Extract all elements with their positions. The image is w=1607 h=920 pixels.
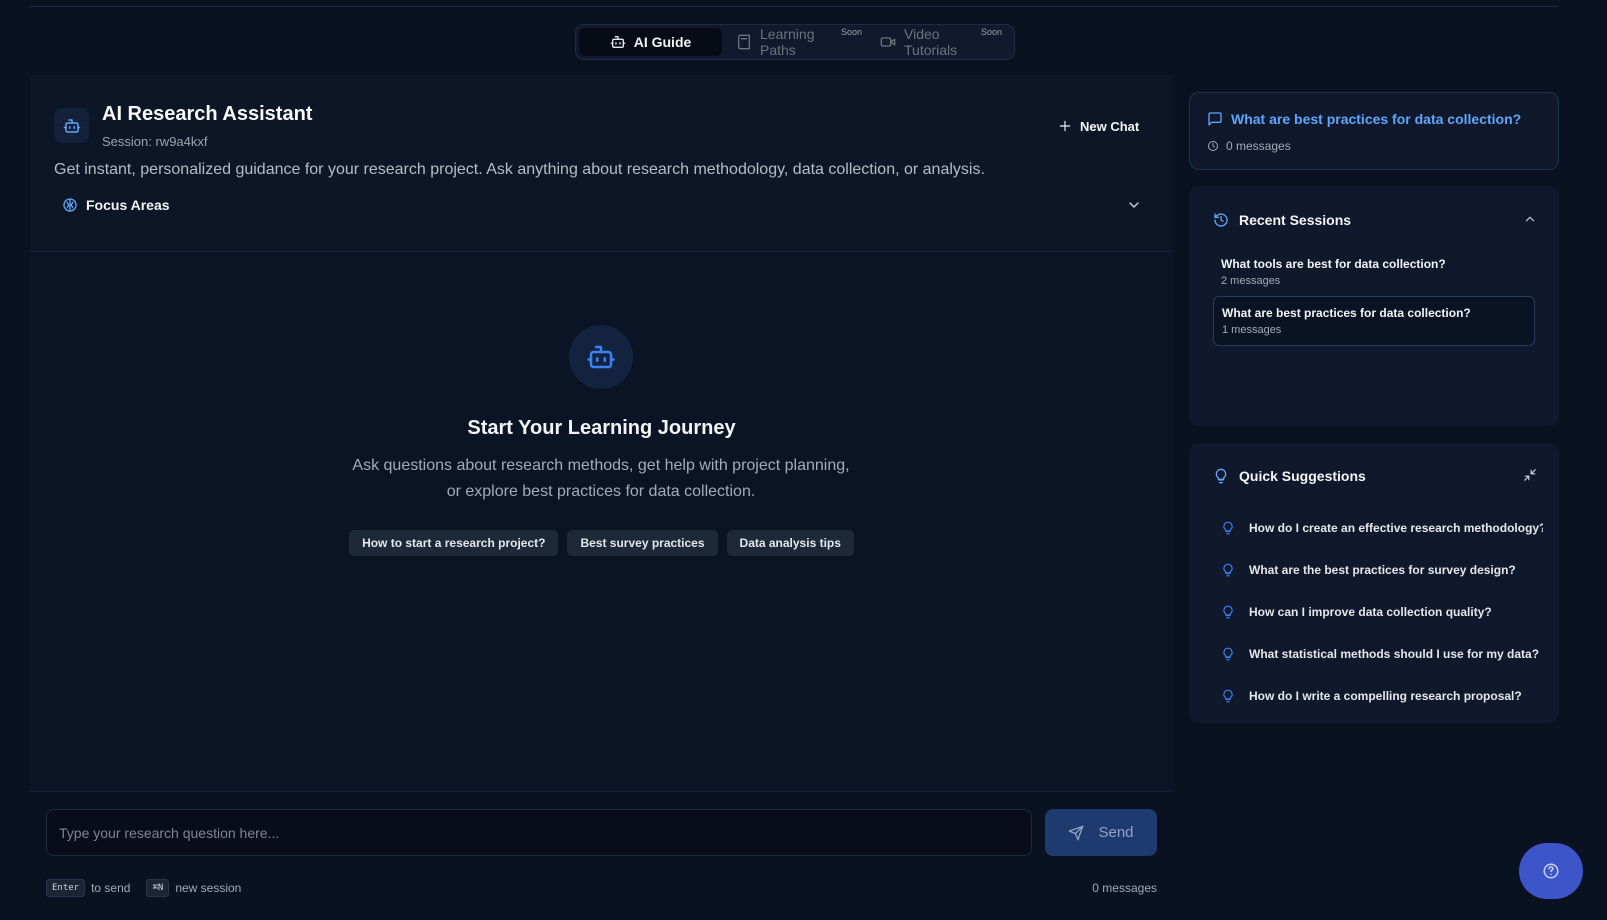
recent-sessions-card: Recent Sessions What tools are best for … xyxy=(1189,186,1559,426)
tab-learning-paths[interactable]: Learning Paths Soon xyxy=(722,26,866,58)
focus-areas-toggle[interactable]: Focus Areas xyxy=(62,197,170,213)
lightbulb-icon xyxy=(1221,563,1235,577)
suggestion-chips: How to start a research project? Best su… xyxy=(30,530,1173,556)
suggestion-chip[interactable]: Best survey practices xyxy=(567,530,718,556)
session-count: 2 messages xyxy=(1221,275,1281,287)
clock-icon xyxy=(1207,140,1219,152)
lightbulb-icon xyxy=(1221,521,1235,535)
suggestion-item[interactable]: What statistical methods should I use fo… xyxy=(1221,633,1543,675)
help-icon xyxy=(1542,862,1560,880)
assistant-header: AI Research Assistant Session: rw9a4kxf … xyxy=(30,75,1173,252)
session-item[interactable]: What tools are best for data collection?… xyxy=(1213,249,1535,295)
chevron-up-icon[interactable] xyxy=(1523,212,1537,226)
question-input[interactable] xyxy=(46,809,1032,856)
suggestion-item[interactable]: How do I create an effective research me… xyxy=(1221,507,1543,549)
video-icon xyxy=(880,34,896,50)
suggestion-chip[interactable]: How to start a research project? xyxy=(349,530,559,556)
current-session-text: What are best practices for data collect… xyxy=(1231,111,1522,127)
send-label: Send xyxy=(1098,824,1134,841)
session-count: 1 messages xyxy=(1222,324,1282,336)
lightbulb-icon xyxy=(1221,647,1235,661)
recent-sessions-heading: Recent Sessions xyxy=(1213,212,1351,228)
new-session-hint: new session xyxy=(175,881,242,895)
tab-label: Learning Paths xyxy=(760,26,815,58)
quick-suggestions-card: Quick Suggestions How do I create an eff… xyxy=(1189,443,1559,723)
suggestion-item[interactable]: What are the best practices for survey d… xyxy=(1221,549,1543,591)
session-item-active[interactable]: What are best practices for data collect… xyxy=(1213,296,1535,346)
chat-panel: AI Research Assistant Session: rw9a4kxf … xyxy=(30,75,1173,920)
empty-state-subtitle: Ask questions about research methods, ge… xyxy=(352,457,850,500)
current-session-meta: 0 messages xyxy=(1207,139,1291,153)
enter-key: Enter xyxy=(46,879,86,897)
current-session-card: What are best practices for data collect… xyxy=(1189,92,1559,170)
send-icon xyxy=(1068,825,1084,841)
suggestion-item[interactable]: How do I write a compelling research pro… xyxy=(1221,675,1543,717)
focus-areas-label: Focus Areas xyxy=(86,197,170,213)
tab-ai-guide[interactable]: AI Guide xyxy=(579,28,722,56)
empty-state-title: Start Your Learning Journey xyxy=(467,417,736,439)
new-chat-label: New Chat xyxy=(1080,118,1140,134)
session-id: Session: rw9a4kxf xyxy=(102,134,208,149)
help-button[interactable] xyxy=(1519,843,1583,899)
suggestion-text: What are the best practices for survey d… xyxy=(1249,563,1516,577)
quick-suggestions-heading: Quick Suggestions xyxy=(1213,468,1366,484)
robot-icon xyxy=(63,117,81,135)
tab-label: Video Tutorials xyxy=(904,26,958,58)
assistant-description: Get instant, personalized guidance for y… xyxy=(54,161,985,178)
robot-icon xyxy=(586,342,616,372)
book-icon xyxy=(736,34,752,50)
current-session-count: 0 messages xyxy=(1226,139,1291,153)
new-session-key: ⌘N xyxy=(146,879,170,897)
current-session-title: What are best practices for data collect… xyxy=(1207,111,1521,127)
lightbulb-icon xyxy=(1213,468,1229,484)
send-button[interactable]: Send xyxy=(1045,809,1157,856)
suggestion-list: How do I create an effective research me… xyxy=(1221,507,1543,717)
lightbulb-icon xyxy=(1221,605,1235,619)
quick-suggestions-label: Quick Suggestions xyxy=(1239,468,1366,484)
message-count: 0 messages xyxy=(1092,881,1157,895)
suggestion-text: How do I write a compelling research pro… xyxy=(1249,689,1522,703)
plus-icon xyxy=(1058,119,1072,133)
suggestion-text: What statistical methods should I use fo… xyxy=(1249,647,1540,661)
tab-label: AI Guide xyxy=(633,34,692,50)
assistant-avatar xyxy=(54,108,89,143)
enter-hint: to send xyxy=(91,881,131,895)
soon-badge: Soon xyxy=(980,27,1002,37)
soon-badge: Soon xyxy=(840,27,862,37)
tab-video-tutorials[interactable]: Video Tutorials Soon xyxy=(866,26,1006,58)
keyboard-hints: Enter to send ⌘N new session xyxy=(46,879,241,897)
recent-sessions-label: Recent Sessions xyxy=(1239,212,1352,228)
page-title: AI Research Assistant xyxy=(102,103,313,125)
session-title: What tools are best for data collection? xyxy=(1221,257,1446,271)
session-title: What are best practices for data collect… xyxy=(1222,306,1471,320)
minimize-icon[interactable] xyxy=(1523,468,1537,482)
suggestion-chip[interactable]: Data analysis tips xyxy=(726,530,854,556)
history-icon xyxy=(1213,212,1229,228)
message-icon xyxy=(1207,111,1223,127)
robot-icon xyxy=(610,34,626,50)
mode-tabs: AI Guide Learning Paths Soon Video Tutor… xyxy=(575,24,1015,60)
suggestion-item[interactable]: How can I improve data collection qualit… xyxy=(1221,591,1543,633)
lightbulb-icon xyxy=(1221,689,1235,703)
new-chat-button[interactable]: New Chat xyxy=(1058,115,1139,137)
composer: Send Enter to send ⌘N new session 0 mess… xyxy=(30,791,1173,920)
suggestion-text: How can I improve data collection qualit… xyxy=(1249,605,1492,619)
top-divider xyxy=(30,6,1558,7)
chevron-down-icon[interactable] xyxy=(1126,197,1142,213)
suggestion-text: How do I create an effective research me… xyxy=(1249,521,1543,535)
empty-state-avatar xyxy=(569,325,633,389)
brain-icon xyxy=(62,197,78,213)
